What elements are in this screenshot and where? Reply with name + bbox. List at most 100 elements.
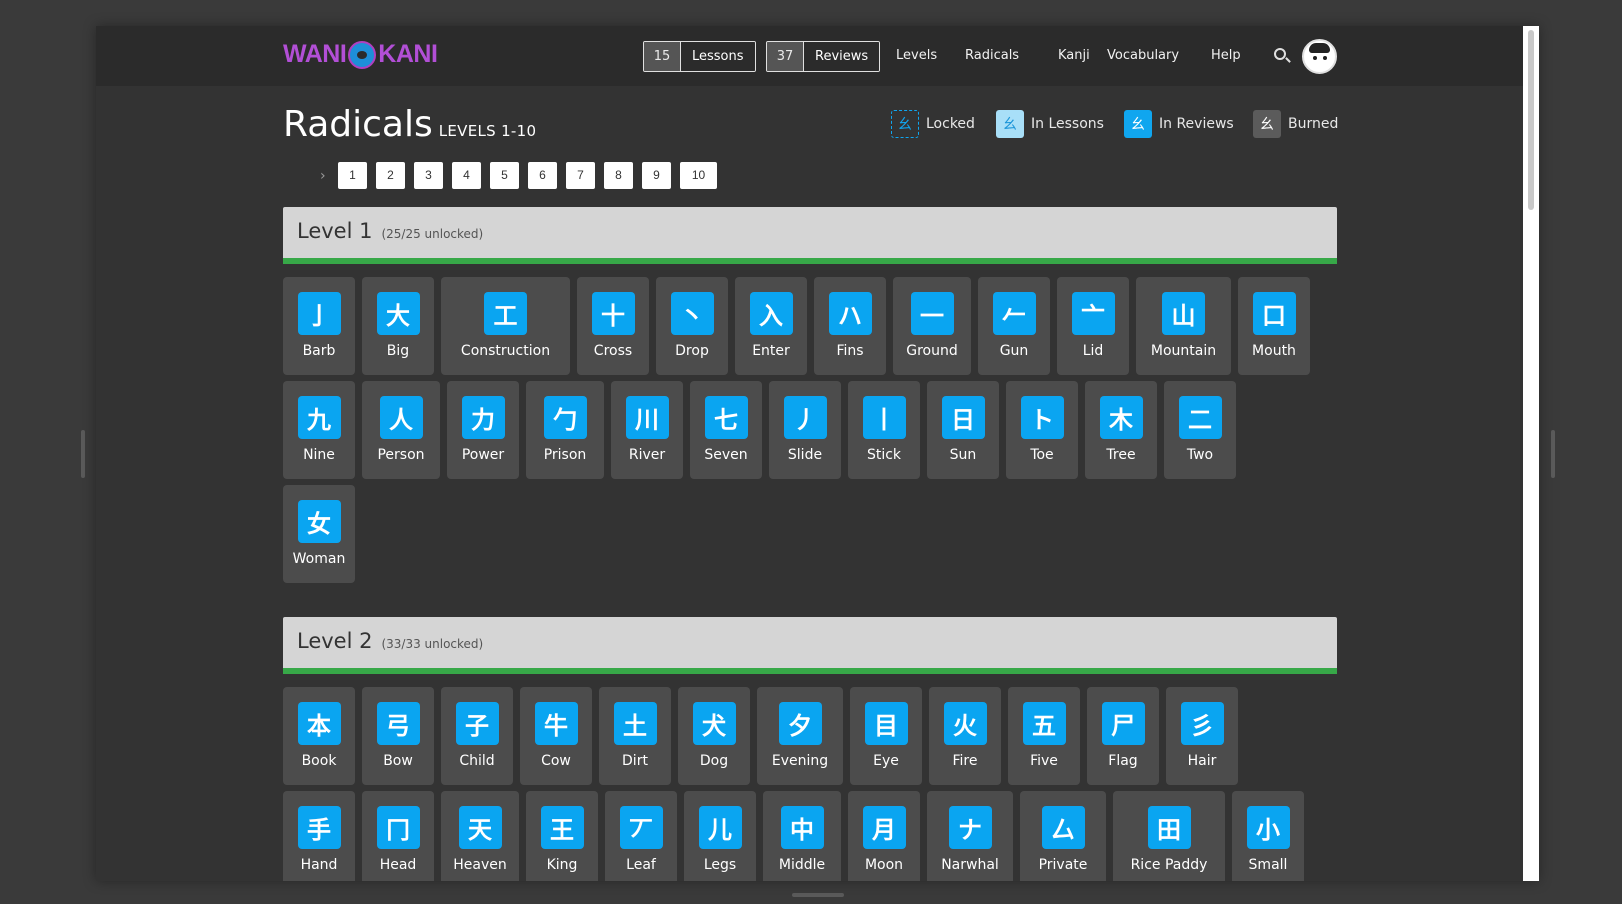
page-button-8[interactable]: 8 — [604, 162, 633, 189]
radical-tile[interactable]: 亠 Lid — [1057, 277, 1129, 375]
lessons-button[interactable]: 15 Lessons — [643, 40, 756, 72]
radical-tile[interactable]: 王 King — [526, 791, 598, 881]
radical-tile[interactable]: 田 Rice Paddy — [1113, 791, 1225, 881]
radical-name: Moon — [864, 857, 904, 873]
radical-tile[interactable]: 厶 Private — [1020, 791, 1106, 881]
radical-tile[interactable]: 山 Mountain — [1136, 277, 1231, 375]
radical-glyph: 土 — [613, 702, 657, 745]
scrollbar-thumb[interactable] — [1528, 30, 1534, 210]
radical-tile[interactable]: 丿 Slide — [769, 381, 841, 479]
radical-tile[interactable]: 力 Power — [447, 381, 519, 479]
radical-row: 女 Woman — [283, 485, 362, 583]
radical-tile[interactable]: 中 Middle — [763, 791, 841, 881]
radical-glyph: 犬 — [692, 702, 736, 745]
radical-tile[interactable]: 丶 Drop — [656, 277, 728, 375]
radical-tile[interactable]: 入 Enter — [735, 277, 807, 375]
radical-tile[interactable]: 人 Person — [362, 381, 440, 479]
nav-link-radicals[interactable]: Radicals — [965, 48, 1019, 63]
radical-tile[interactable]: 大 Big — [362, 277, 434, 375]
radical-tile[interactable]: 小 Small — [1232, 791, 1304, 881]
radical-tile[interactable]: 亅 Barb — [283, 277, 355, 375]
radical-glyph: 本 — [297, 702, 341, 745]
radical-tile[interactable]: 丆 Leaf — [605, 791, 677, 881]
radical-tile[interactable]: 土 Dirt — [599, 687, 671, 785]
radical-tile[interactable]: ハ Fins — [814, 277, 886, 375]
radical-tile[interactable]: 二 Two — [1164, 381, 1236, 479]
radical-tile[interactable]: 彡 Hair — [1166, 687, 1238, 785]
page-button-4[interactable]: 4 — [452, 162, 481, 189]
radical-name: Barb — [302, 343, 336, 359]
page-button-3[interactable]: 3 — [414, 162, 443, 189]
search-icon[interactable] — [1274, 48, 1286, 60]
radical-tile[interactable]: 日 Sun — [927, 381, 999, 479]
bottom-resize-handle[interactable] — [792, 893, 844, 897]
radical-tile[interactable]: 夕 Evening — [757, 687, 843, 785]
radical-tile[interactable]: 女 Woman — [283, 485, 355, 583]
chevron-right-icon[interactable]: › — [320, 168, 332, 184]
reviews-button[interactable]: 37 Reviews — [766, 40, 881, 72]
nav-link-levels[interactable]: Levels — [896, 48, 937, 63]
radical-tile[interactable]: 牛 Cow — [520, 687, 592, 785]
in-reviews-swatch-icon: 幺 — [1124, 110, 1152, 138]
level-unlocked-count: (33/33 unlocked) — [381, 637, 484, 651]
radical-tile[interactable]: ナ Narwhal — [927, 791, 1013, 881]
radical-tile[interactable]: 丨 Stick — [848, 381, 920, 479]
radical-tile[interactable]: 本 Book — [283, 687, 355, 785]
radical-tile[interactable]: 一 Ground — [893, 277, 971, 375]
radical-glyph: 冂 — [376, 806, 420, 849]
radical-tile[interactable]: 十 Cross — [577, 277, 649, 375]
radical-tile[interactable]: 火 Fire — [929, 687, 1001, 785]
radical-name: Child — [459, 753, 495, 769]
radical-name: Narwhal — [941, 857, 999, 873]
radical-tile[interactable]: 目 Eye — [850, 687, 922, 785]
legend-label: In Lessons — [1031, 116, 1104, 132]
radical-glyph: 月 — [862, 806, 906, 849]
radical-glyph: 日 — [941, 396, 985, 439]
page-button-5[interactable]: 5 — [490, 162, 519, 189]
nav-link-vocabulary[interactable]: Vocabulary — [1107, 48, 1179, 63]
page-button-7[interactable]: 7 — [566, 162, 595, 189]
wanikani-logo[interactable]: WANI KANI — [283, 40, 438, 69]
right-resize-handle[interactable] — [1551, 430, 1555, 478]
radical-glyph: 亅 — [297, 292, 341, 335]
page-button-6[interactable]: 6 — [528, 162, 557, 189]
nav-link-kanji[interactable]: Kanji — [1058, 48, 1090, 63]
radical-row: 手 Hand 冂 Head 天 Heaven 王 King 丆 Leaf 儿 Legs 中 Middle 月… — [283, 791, 1311, 881]
radical-tile[interactable]: 川 River — [611, 381, 683, 479]
radical-tile[interactable]: 犬 Dog — [678, 687, 750, 785]
radical-tile[interactable]: 工 Construction — [441, 277, 570, 375]
radical-tile[interactable]: 勹 Prison — [526, 381, 604, 479]
radical-tile[interactable]: 天 Heaven — [441, 791, 519, 881]
nav-link-help[interactable]: Help — [1211, 48, 1241, 63]
radical-glyph: ハ — [828, 292, 872, 335]
radical-tile[interactable]: ト Toe — [1006, 381, 1078, 479]
radical-glyph: 尸 — [1101, 702, 1145, 745]
radical-tile[interactable]: 七 Seven — [690, 381, 762, 479]
page-button-9[interactable]: 9 — [642, 162, 671, 189]
radical-name: Book — [301, 753, 337, 769]
radical-tile[interactable]: 五 Five — [1008, 687, 1080, 785]
page-button-1[interactable]: 1 — [338, 162, 367, 189]
radical-name: Sun — [949, 447, 977, 463]
page-button-10[interactable]: 10 — [680, 162, 717, 189]
left-resize-handle[interactable] — [81, 430, 85, 478]
page-button-2[interactable]: 2 — [376, 162, 405, 189]
radical-name: Dog — [699, 753, 729, 769]
radical-name: Cross — [593, 343, 633, 359]
radical-name: River — [628, 447, 666, 463]
radical-glyph: 丶 — [670, 292, 714, 335]
radical-tile[interactable]: 𠂉 Gun — [978, 277, 1050, 375]
radical-tile[interactable]: 木 Tree — [1085, 381, 1157, 479]
vertical-scrollbar[interactable] — [1523, 26, 1539, 881]
radical-tile[interactable]: 弓 Bow — [362, 687, 434, 785]
radical-tile[interactable]: 冂 Head — [362, 791, 434, 881]
radical-tile[interactable]: 九 Nine — [283, 381, 355, 479]
radical-glyph: 田 — [1147, 806, 1191, 849]
radical-tile[interactable]: 月 Moon — [848, 791, 920, 881]
avatar[interactable] — [1302, 39, 1337, 74]
radical-tile[interactable]: 手 Hand — [283, 791, 355, 881]
radical-tile[interactable]: 口 Mouth — [1238, 277, 1310, 375]
radical-tile[interactable]: 子 Child — [441, 687, 513, 785]
radical-tile[interactable]: 尸 Flag — [1087, 687, 1159, 785]
radical-tile[interactable]: 儿 Legs — [684, 791, 756, 881]
